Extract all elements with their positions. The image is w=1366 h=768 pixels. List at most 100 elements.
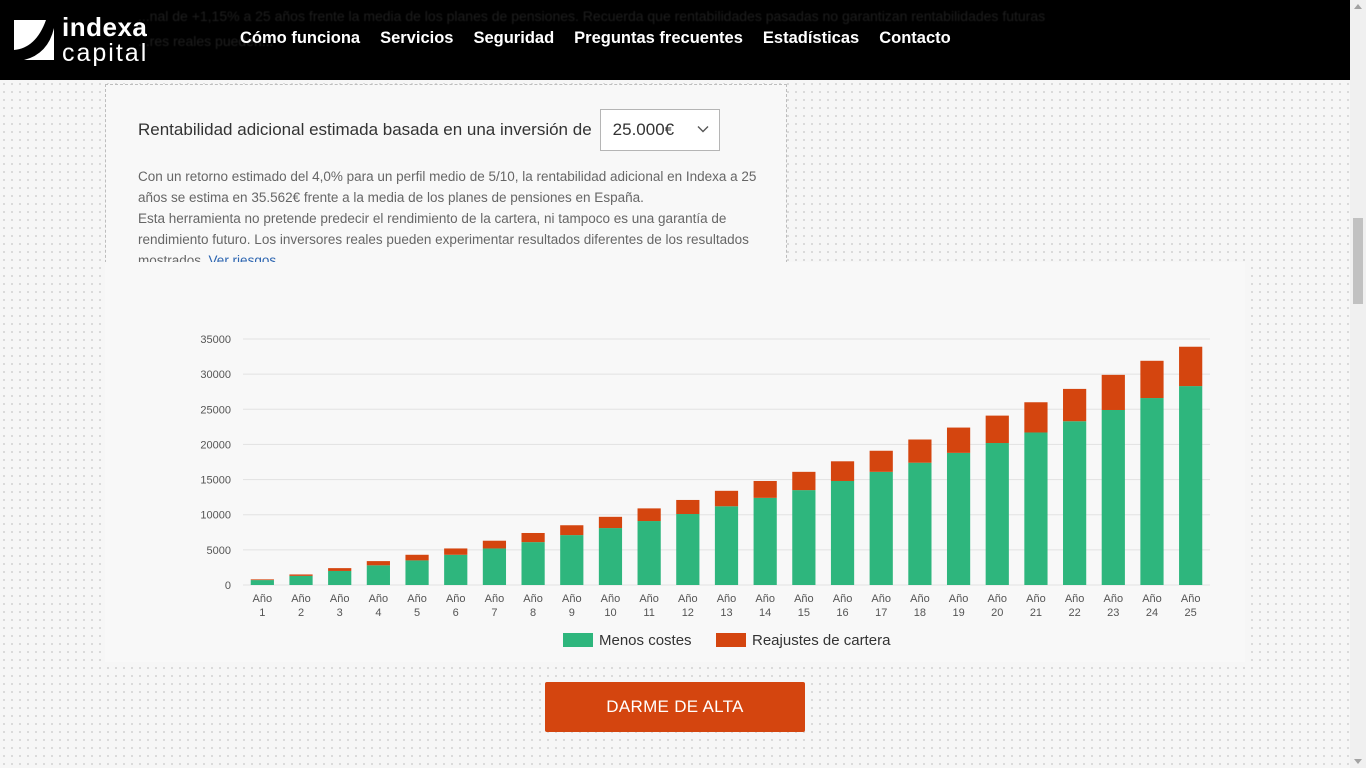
investment-label: Rentabilidad adicional estimada basada e… [138, 120, 592, 139]
bar-menos-costes [521, 542, 545, 585]
logo-text-capital: capital [62, 39, 149, 67]
bar-reajustes-cartera [405, 554, 429, 561]
x-tick-label: Año [910, 593, 930, 605]
x-tick-label: 6 [453, 607, 459, 619]
bar-menos-costes [328, 570, 352, 585]
x-tick-label: 4 [375, 607, 381, 619]
nav-como-funciona[interactable]: Cómo funciona [240, 29, 360, 48]
x-tick-label: Año [407, 593, 427, 605]
signup-button[interactable]: DARME DE ALTA [545, 682, 805, 732]
bar-menos-costes [1140, 398, 1164, 585]
nav-estadisticas[interactable]: Estadísticas [763, 29, 859, 48]
x-tick-label: Año [639, 593, 659, 605]
bar-menos-costes [1024, 432, 1048, 585]
x-tick-label: 10 [604, 607, 616, 619]
bar-reajustes-cartera [560, 525, 584, 536]
bar-reajustes-cartera [250, 579, 274, 581]
top-navbar: ...nal de +1,15% a 25 años frente la med… [0, 0, 1350, 80]
page-scrollbar[interactable] [1350, 0, 1366, 768]
bar-reajustes-cartera [792, 471, 816, 491]
bar-reajustes-cartera [908, 439, 932, 463]
bar-menos-costes [444, 554, 468, 585]
bar-reajustes-cartera [1140, 360, 1164, 399]
legend-label: Menos costes [599, 632, 692, 649]
nav-seguridad[interactable]: Seguridad [473, 29, 554, 48]
bar-menos-costes [637, 521, 661, 585]
y-tick-label: 35000 [200, 334, 231, 346]
bar-menos-costes [985, 443, 1009, 585]
y-tick-label: 20000 [200, 439, 231, 451]
logo-text-indexa: indexa [62, 12, 148, 42]
x-tick-label: Año [601, 593, 621, 605]
bar-reajustes-cartera [1179, 346, 1203, 387]
legend-swatch-reajustes [716, 633, 746, 647]
nav-servicios[interactable]: Servicios [380, 29, 453, 48]
x-tick-label: 25 [1185, 607, 1197, 619]
y-tick-label: 5000 [207, 545, 231, 557]
scroll-down-arrow-icon[interactable] [1354, 759, 1362, 764]
bar-menos-costes [560, 535, 584, 585]
bar-menos-costes [676, 514, 700, 585]
x-tick-label: 21 [1030, 607, 1042, 619]
nav-contacto[interactable]: Contacto [879, 29, 951, 48]
bar-menos-costes [869, 471, 893, 585]
bar-menos-costes [1063, 421, 1087, 585]
logo[interactable]: indexa capital [14, 14, 154, 66]
x-tick-label: Año [523, 593, 543, 605]
bar-menos-costes [482, 548, 507, 585]
nav-preguntas-frecuentes[interactable]: Preguntas frecuentes [574, 29, 743, 48]
stacked-bar-chart: 0 5000 10000 15000 20000 25000 30000 35000 Año 1 A… [200, 334, 1210, 649]
x-tick-label: Año [755, 593, 775, 605]
bar-reajustes-cartera [328, 568, 352, 571]
x-tick-label: Año [794, 593, 814, 605]
x-tick-label: Año [562, 593, 582, 605]
bar-reajustes-cartera [598, 516, 623, 529]
x-tick-label: 17 [875, 607, 887, 619]
x-tick-label: Año [949, 593, 969, 605]
bar-menos-costes [598, 528, 623, 585]
x-tick-label: Año [678, 593, 698, 605]
x-tick-label: Año [871, 593, 891, 605]
bar-reajustes-cartera [482, 540, 507, 549]
bar-menos-costes [753, 497, 777, 585]
bar-reajustes-cartera [1024, 402, 1048, 433]
scroll-up-arrow-icon[interactable] [1354, 4, 1362, 9]
x-tick-label: Año [1181, 593, 1201, 605]
bar-menos-costes [946, 452, 971, 585]
bar-reajustes-cartera [869, 450, 893, 472]
bar-menos-costes [714, 506, 739, 585]
x-tick-label: Año [1026, 593, 1046, 605]
y-tick-label: 30000 [200, 369, 231, 381]
bar-reajustes-cartera [1101, 374, 1125, 410]
background-text: ...nal de +1,15% a 25 años frente la med… [138, 8, 1046, 24]
investment-amount-select[interactable]: 25.000€ [599, 109, 720, 151]
bar-reajustes-cartera [676, 499, 700, 515]
x-tick-label: 24 [1146, 607, 1158, 619]
scrollbar-thumb[interactable] [1353, 218, 1363, 304]
chevron-down-icon [697, 126, 709, 133]
x-tick-label: Año [717, 593, 737, 605]
bar-reajustes-cartera [521, 532, 545, 543]
bar-menos-costes [908, 462, 932, 585]
bar-reajustes-cartera [753, 480, 777, 498]
x-tick-label: 16 [836, 607, 848, 619]
bar-reajustes-cartera [714, 490, 739, 507]
bar-reajustes-cartera [366, 561, 390, 566]
x-tick-label: 3 [337, 607, 343, 619]
y-tick-label: 15000 [200, 475, 231, 487]
x-tick-label: Año [485, 593, 505, 605]
bar-menos-costes [250, 580, 274, 585]
x-tick-label: Año [369, 593, 389, 605]
bar-menos-costes [830, 480, 855, 585]
x-tick-label: 23 [1107, 607, 1119, 619]
chart-panel: 0 5000 10000 15000 20000 25000 30000 35000 Año 1 A… [105, 262, 1245, 662]
bar-menos-costes [289, 575, 313, 585]
bar-reajustes-cartera [830, 461, 855, 481]
x-tick-label: 14 [759, 607, 771, 619]
x-tick-label: 20 [991, 607, 1003, 619]
x-tick-label: 8 [530, 607, 536, 619]
x-tick-label: 15 [798, 607, 810, 619]
x-tick-label: 9 [569, 607, 575, 619]
bar-menos-costes [366, 565, 390, 585]
x-tick-label: Año [253, 593, 273, 605]
